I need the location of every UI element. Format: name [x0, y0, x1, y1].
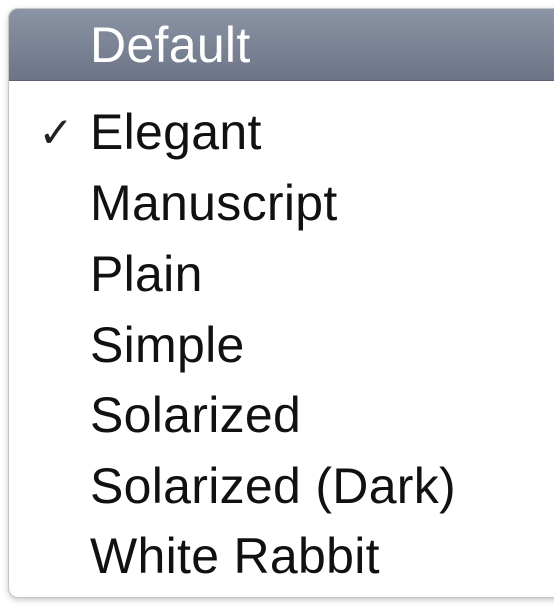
menu-item-label: Simple — [90, 317, 245, 373]
menu-item-label: Solarized — [90, 387, 302, 443]
menu-item-label: Default — [90, 16, 251, 73]
menu-item-label: Solarized (Dark) — [90, 458, 457, 514]
menu-item-label: Elegant — [90, 104, 262, 160]
menu-item-solarized[interactable]: Solarized — [9, 379, 554, 451]
theme-dropdown-menu: Default ✓ Elegant Manuscript Plain Simpl… — [8, 8, 554, 598]
menu-item-manuscript[interactable]: Manuscript — [9, 167, 554, 239]
menu-item-label: White Rabbit — [90, 528, 380, 584]
menu-item-elegant[interactable]: ✓ Elegant — [9, 96, 554, 168]
checkmark-icon: ✓ — [38, 107, 74, 157]
menu-item-white-rabbit[interactable]: White Rabbit — [9, 520, 554, 592]
menu-item-default[interactable]: Default — [9, 9, 554, 81]
menu-item-simple[interactable]: Simple — [9, 309, 554, 381]
menu-item-label: Plain — [90, 246, 203, 302]
menu-item-label: Manuscript — [90, 175, 338, 231]
menu-item-plain[interactable]: Plain — [9, 238, 554, 310]
menu-item-solarized-dark[interactable]: Solarized (Dark) — [9, 450, 554, 522]
